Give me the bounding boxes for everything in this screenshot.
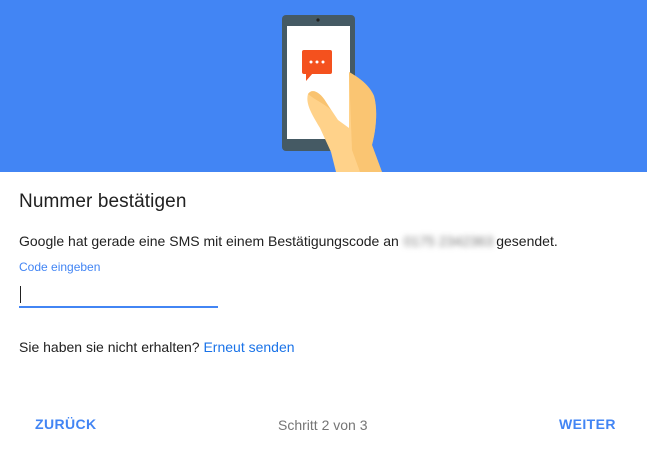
header-banner [0,0,647,172]
phone-number-redacted: 0175 2342363 [403,233,494,249]
step-indicator: Schritt 2 von 3 [278,417,368,433]
phone-camera [316,18,320,22]
text-caret [20,286,21,303]
back-button[interactable]: ZURÜCK [35,416,97,432]
resend-link[interactable]: Erneut senden [203,339,294,355]
resend-prompt: Sie haben sie nicht erhalten? [19,339,200,355]
description-prefix: Google hat gerade eine SMS mit einem Bes… [19,233,399,249]
resend-line: Sie haben sie nicht erhalten? Erneut sen… [19,339,295,355]
page-title: Nummer bestätigen [19,191,187,212]
code-field-label: Code eingeben [19,260,101,274]
sms-sent-description: Google hat gerade eine SMS mit einem Bes… [19,233,558,249]
next-button[interactable]: WEITER [559,416,616,432]
verification-code-input[interactable] [19,282,218,308]
phone-sms-illustration [282,15,382,172]
description-suffix: gesendet. [496,233,558,249]
